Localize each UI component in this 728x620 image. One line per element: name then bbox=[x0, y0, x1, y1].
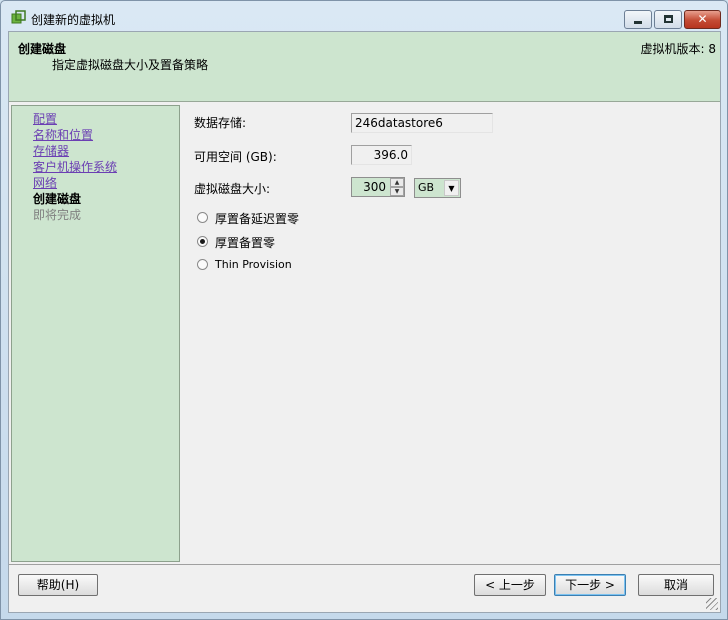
maximize-button[interactable] bbox=[654, 10, 682, 29]
resize-grip-icon[interactable] bbox=[706, 598, 718, 610]
window-title: 创建新的虚拟机 bbox=[31, 13, 116, 27]
page-title: 创建磁盘 bbox=[18, 42, 67, 56]
cancel-button[interactable]: 取消 bbox=[638, 574, 714, 596]
close-icon: ✕ bbox=[697, 12, 708, 26]
close-button[interactable]: ✕ bbox=[684, 10, 721, 29]
minimize-icon bbox=[634, 21, 642, 24]
nav-step-network[interactable]: 网络 bbox=[33, 175, 57, 191]
wizard-window: 创建新的虚拟机 ✕ 创建磁盘 指定虚拟磁盘大小及置备策略 虚拟机版本: 8 配置… bbox=[0, 0, 728, 620]
vm-version-label: 虚拟机版本: 8 bbox=[640, 42, 717, 56]
title-bar[interactable]: 创建新的虚拟机 ✕ bbox=[1, 1, 727, 31]
datastore-field: 246datastore6 bbox=[351, 113, 493, 133]
next-button[interactable]: 下一步 > bbox=[554, 574, 626, 596]
free-space-field: 396.0 bbox=[351, 145, 412, 165]
minimize-button[interactable] bbox=[624, 10, 652, 29]
page-subtitle: 指定虚拟磁盘大小及置备策略 bbox=[52, 58, 209, 72]
disk-size-spin-buttons: ▲ ▼ bbox=[390, 178, 404, 196]
nav-step-guest-os[interactable]: 客户机操作系统 bbox=[33, 159, 117, 175]
spin-up-arrow-icon[interactable]: ▲ bbox=[390, 178, 404, 187]
radio-thick-lazy-zeroed[interactable]: 厚置备延迟置零 bbox=[197, 210, 337, 226]
help-button[interactable]: 帮助(H) bbox=[18, 574, 98, 596]
radio-thick-eager-zeroed-label: 厚置备置零 bbox=[215, 236, 276, 250]
nav-step-storage[interactable]: 存储器 bbox=[33, 143, 69, 159]
spin-down-arrow-icon[interactable]: ▼ bbox=[390, 187, 404, 196]
wizard-steps-panel: 配置 名称和位置 存储器 客户机操作系统 网络 创建磁盘 即将完成 bbox=[11, 105, 180, 562]
vsphere-app-icon bbox=[11, 10, 26, 24]
radio-thin-provision-label: Thin Provision bbox=[215, 258, 292, 271]
footer-divider bbox=[9, 564, 720, 565]
free-space-label: 可用空间 (GB): bbox=[194, 150, 277, 164]
disk-unit-value: GB bbox=[418, 181, 435, 194]
chevron-down-icon: ▼ bbox=[444, 180, 459, 196]
radio-thick-lazy-zeroed-circle[interactable] bbox=[197, 212, 208, 223]
radio-thick-eager-zeroed[interactable]: 厚置备置零 bbox=[197, 234, 317, 250]
disk-size-spinner: ▲ ▼ bbox=[351, 177, 405, 197]
wizard-client-area: 创建磁盘 指定虚拟磁盘大小及置备策略 虚拟机版本: 8 配置 名称和位置 存储器… bbox=[8, 31, 721, 613]
datastore-label: 数据存储: bbox=[194, 116, 247, 130]
radio-thick-lazy-zeroed-label: 厚置备延迟置零 bbox=[215, 212, 300, 226]
nav-step-configuration[interactable]: 配置 bbox=[33, 111, 57, 127]
nav-step-create-disk: 创建磁盘 bbox=[33, 192, 82, 206]
maximize-icon bbox=[664, 15, 673, 23]
radio-thin-provision-circle[interactable] bbox=[197, 259, 208, 270]
radio-thick-eager-zeroed-circle[interactable] bbox=[197, 236, 208, 247]
disk-unit-select[interactable]: GB ▼ bbox=[414, 178, 461, 198]
nav-step-ready-to-complete: 即将完成 bbox=[33, 208, 82, 222]
wizard-header: 创建磁盘 指定虚拟磁盘大小及置备策略 虚拟机版本: 8 bbox=[9, 32, 720, 102]
back-button[interactable]: < 上一步 bbox=[474, 574, 546, 596]
nav-step-name-location[interactable]: 名称和位置 bbox=[33, 127, 93, 143]
disk-size-label: 虚拟磁盘大小: bbox=[194, 182, 271, 196]
radio-thin-provision[interactable]: Thin Provision bbox=[197, 257, 317, 273]
